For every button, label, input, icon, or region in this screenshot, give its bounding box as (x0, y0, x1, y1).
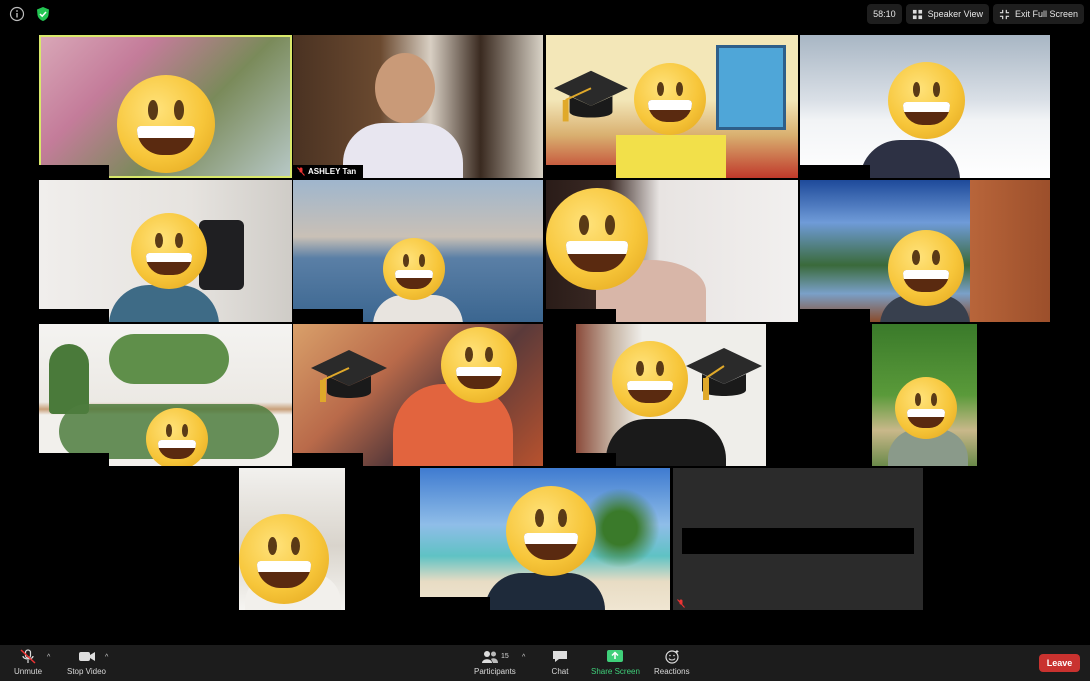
face-emoji-icon (888, 230, 964, 306)
video-tile-p2[interactable]: ASHLEY Tan (293, 35, 543, 178)
participants-icon (482, 651, 498, 663)
video-tile-p6[interactable] (293, 180, 543, 322)
video-tile-p4[interactable] (800, 35, 1050, 178)
face-emoji-icon (612, 341, 688, 417)
video-tile-p15[interactable] (673, 468, 923, 610)
chat-button[interactable]: Chat (551, 649, 569, 676)
participants-options-caret-icon[interactable]: ^ (522, 654, 525, 661)
shield-check-icon[interactable] (35, 6, 51, 22)
video-tile-p9[interactable] (39, 324, 292, 466)
share-screen-icon (607, 650, 624, 662)
meeting-timer: 58:10 (867, 4, 902, 24)
participant-name-tag (546, 165, 616, 178)
face-emoji-icon (441, 327, 517, 403)
chat-icon (553, 651, 567, 662)
face-emoji-icon (888, 62, 965, 139)
participant-name-tag (800, 165, 870, 178)
speaker-view-button[interactable]: Speaker View (905, 4, 989, 24)
participant-name-tag (673, 597, 743, 610)
exit-full-screen-label: Exit Full Screen (1014, 9, 1078, 19)
face-emoji-icon (506, 486, 596, 576)
video-tile-p12[interactable] (800, 324, 1050, 466)
exit-full-screen-button[interactable]: Exit Full Screen (992, 4, 1084, 24)
graduation-cap-icon (311, 350, 387, 402)
video-tile-p14[interactable] (420, 468, 670, 610)
participant-name-tag (39, 309, 109, 322)
top-left-icons (9, 6, 51, 22)
participants-button[interactable]: 15 Participants (474, 649, 516, 676)
participant-name-tag (39, 453, 109, 466)
video-tile-p3[interactable] (546, 35, 798, 178)
redacted-name-block (682, 528, 914, 554)
video-tile-p10[interactable] (293, 324, 543, 466)
grid-icon (912, 9, 922, 19)
participant-name-tag (420, 597, 490, 610)
share-screen-label: Share Screen (591, 667, 640, 676)
smiley-reaction-icon (665, 650, 679, 664)
video-tile-p5[interactable] (39, 180, 292, 322)
top-bar: 58:10 Speaker View Exit Full Screen (0, 0, 1090, 30)
reactions-label: Reactions (654, 667, 690, 676)
mic-muted-icon (297, 167, 305, 176)
participant-name-tag: ASHLEY Tan (293, 165, 363, 178)
participant-name-tag (546, 309, 616, 322)
video-tile-p7[interactable] (546, 180, 798, 322)
audio-options-caret-icon[interactable]: ^ (47, 654, 50, 661)
participant-name-tag (800, 453, 870, 466)
face-emoji-icon (131, 213, 207, 289)
video-tile-p11[interactable] (546, 324, 798, 466)
participant-name-tag (39, 165, 109, 178)
face-emoji-icon (383, 238, 445, 300)
building-arches (970, 180, 1050, 322)
person-shirt (109, 285, 219, 322)
plant (109, 334, 229, 384)
person-shirt (606, 419, 726, 466)
graduation-cap-icon (686, 348, 762, 400)
background-window (716, 45, 786, 130)
mic-muted-icon (677, 599, 685, 608)
timer-text: 58:10 (873, 9, 896, 19)
mic-muted-icon (20, 649, 36, 664)
stop-video-label: Stop Video (67, 667, 106, 676)
chat-label: Chat (551, 667, 569, 676)
face-emoji-icon (239, 514, 329, 604)
unmute-label: Unmute (14, 667, 43, 676)
face-emoji-icon (117, 75, 215, 173)
face-emoji-icon (146, 408, 208, 466)
reactions-button[interactable]: Reactions (654, 649, 690, 676)
info-icon[interactable] (9, 6, 25, 22)
participants-label: Participants (474, 667, 516, 676)
face-emoji-icon (634, 63, 706, 135)
video-tile-p13[interactable] (167, 468, 417, 610)
participant-name-tag (546, 453, 616, 466)
face-emoji-icon (895, 377, 957, 439)
exit-fullscreen-icon (999, 9, 1010, 19)
stop-video-button[interactable]: Stop Video (67, 649, 106, 676)
participant-name-tag (167, 597, 237, 610)
top-right-controls: 58:10 Speaker View Exit Full Screen (867, 4, 1084, 24)
meeting-toolbar: Unmute ^ Stop Video ^ 15 Participants ^ … (0, 645, 1090, 681)
participant-name-tag (293, 453, 363, 466)
person-shirt (485, 573, 605, 610)
speaker-view-label: Speaker View (927, 9, 983, 19)
leave-button[interactable]: Leave (1039, 654, 1080, 672)
participant-name-tag (293, 309, 363, 322)
participants-count: 15 (501, 652, 509, 660)
participant-name-tag (800, 309, 870, 322)
video-tile-p1[interactable] (39, 35, 292, 178)
person-head (375, 53, 435, 123)
graduation-cap-icon (553, 70, 629, 122)
video-options-caret-icon[interactable]: ^ (105, 654, 108, 661)
share-screen-button[interactable]: Share Screen (591, 649, 640, 676)
video-camera-icon (78, 652, 95, 661)
face-emoji-icon (546, 188, 648, 290)
unmute-button[interactable]: Unmute (14, 649, 42, 676)
person-shirt (616, 135, 726, 178)
video-tile-p8[interactable] (800, 180, 1050, 322)
person-shirt (860, 140, 960, 178)
